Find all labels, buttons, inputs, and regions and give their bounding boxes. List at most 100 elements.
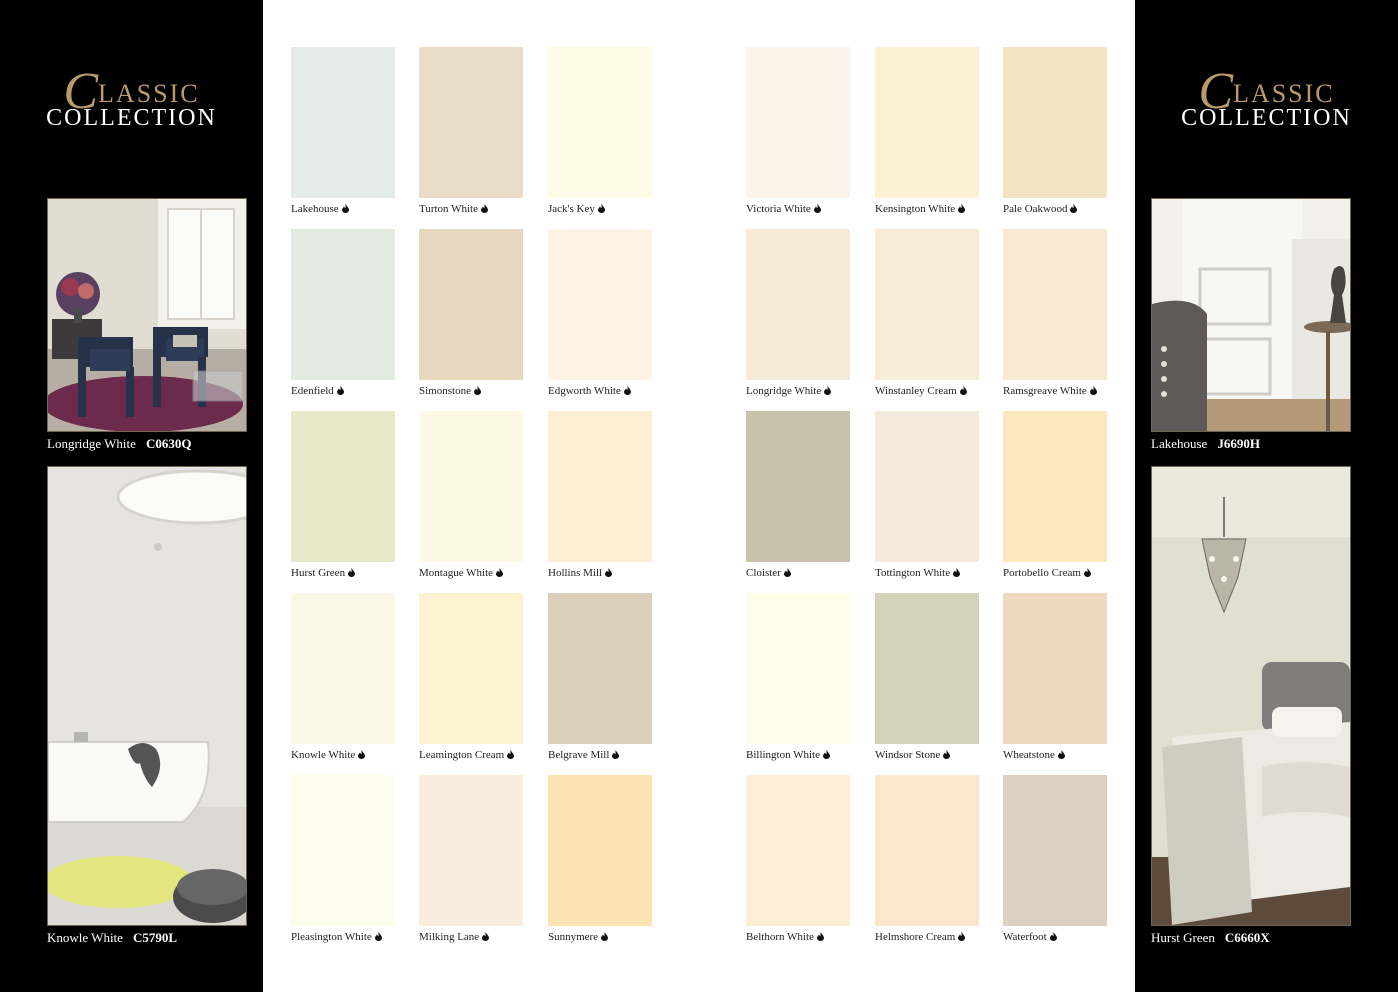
colour-swatch[interactable] [419,229,523,380]
colour-swatch[interactable] [291,593,395,744]
bedroom-illustration [1152,467,1350,925]
right-panel: CLASSIC COLLECTION Lakehouse J6690H Hurs… [1135,0,1398,992]
colour-swatch[interactable] [875,775,979,926]
swatch-label: Sunnymere [548,931,599,943]
swatch-label: Helmshore Cream [875,931,956,943]
colour-swatch[interactable] [746,775,850,926]
colour-swatch[interactable] [746,593,850,744]
flame-icon [953,568,961,577]
colour-swatch[interactable] [746,229,850,380]
flame-icon [1070,204,1078,213]
flame-icon [358,750,366,759]
colour-swatch[interactable] [1003,229,1107,380]
swatch-label: Edgworth White [548,385,621,397]
swatch-label: Windsor Stone [875,749,941,761]
colour-swatch[interactable] [1003,411,1107,562]
collection-logo: CLASSIC COLLECTION [0,66,263,132]
swatch-label: Longridge White [746,385,822,397]
flame-icon [958,932,966,941]
room-photo-living [47,198,247,432]
swatch-label: Pleasington White [291,931,372,943]
flame-icon [482,932,490,941]
swatch-label: Portobello Cream [1003,567,1081,579]
colour-swatch[interactable] [419,593,523,744]
colour-swatch[interactable] [548,47,652,198]
flame-icon [601,932,609,941]
room-photo-hallway [1151,198,1351,432]
flame-icon [1049,932,1057,941]
swatch-label: Edenfield [291,385,334,397]
swatch-label: Kensington White [875,203,956,215]
colour-swatch[interactable] [1003,47,1107,198]
flame-icon [813,204,821,213]
swatch-label: Montague White [419,567,494,579]
photo-colour-name: Longridge White [47,436,136,451]
colour-swatch[interactable] [1003,593,1107,744]
swatch-label: Jack's Key [548,203,595,215]
photo-caption: Hurst Green C6660X [1151,930,1270,946]
swatch-label: Victoria White [746,203,811,215]
photo-caption: Knowle White C5790L [47,930,177,946]
flame-icon [496,568,504,577]
room-photo-bathroom [47,466,247,926]
flame-icon [507,750,515,759]
flame-icon [336,386,344,395]
colour-swatch[interactable] [746,411,850,562]
photo-colour-name: Lakehouse [1151,436,1208,451]
flame-icon [597,204,605,213]
colour-swatch[interactable] [419,775,523,926]
colour-swatch[interactable] [875,47,979,198]
swatch-label: Winstanley Cream [875,385,957,397]
colour-swatch[interactable] [291,229,395,380]
swatch-label: Hollins Mill [548,567,603,579]
hallway-illustration [1152,199,1350,431]
flame-icon [1083,568,1091,577]
swatch-label: Cloister [746,567,781,579]
flame-icon [943,750,951,759]
colour-swatch[interactable] [419,47,523,198]
colour-swatch[interactable] [875,593,979,744]
colour-swatch[interactable] [1003,775,1107,926]
flame-icon [823,750,831,759]
colour-swatch[interactable] [548,411,652,562]
colour-swatch[interactable] [419,411,523,562]
colour-swatch[interactable] [548,775,652,926]
photo-colour-name: Knowle White [47,930,123,945]
colour-swatch[interactable] [548,229,652,380]
flame-icon [816,932,824,941]
swatch-label: Tottington White [875,567,951,579]
flame-icon [374,932,382,941]
colour-swatch[interactable] [291,47,395,198]
colour-swatch[interactable] [291,775,395,926]
bathroom-illustration [48,467,246,925]
colour-swatch[interactable] [548,593,652,744]
swatch-label: Hurst Green [291,567,346,579]
swatch-label: Lakehouse [291,203,339,215]
flame-icon [473,386,481,395]
photo-colour-code: C6660X [1224,930,1270,945]
swatch-label: Turton White [419,203,478,215]
flame-icon [958,204,966,213]
collection-logo: CLASSIC COLLECTION [1135,66,1398,132]
flame-icon [1089,386,1097,395]
colour-swatch[interactable] [875,411,979,562]
photo-caption: Lakehouse J6690H [1151,436,1260,452]
swatch-label: Belthorn White [746,931,814,943]
photo-colour-code: C5790L [132,930,177,945]
swatch-label: Waterfoot [1003,931,1047,943]
room-photo-bedroom [1151,466,1351,926]
flame-icon [783,568,791,577]
swatch-label: Pale Oakwood [1003,203,1068,215]
photo-caption: Longridge White C0630Q [47,436,191,452]
swatch-label: Leamington Cream [419,749,505,761]
photo-colour-code: J6690H [1217,436,1260,451]
colour-swatch[interactable] [746,47,850,198]
colour-swatch[interactable] [875,229,979,380]
colour-swatch[interactable] [291,411,395,562]
flame-icon [824,386,832,395]
flame-icon [612,750,620,759]
swatch-label: Simonstone [419,385,471,397]
flame-icon [341,204,349,213]
flame-icon [348,568,356,577]
swatch-label: Knowle White [291,749,356,761]
